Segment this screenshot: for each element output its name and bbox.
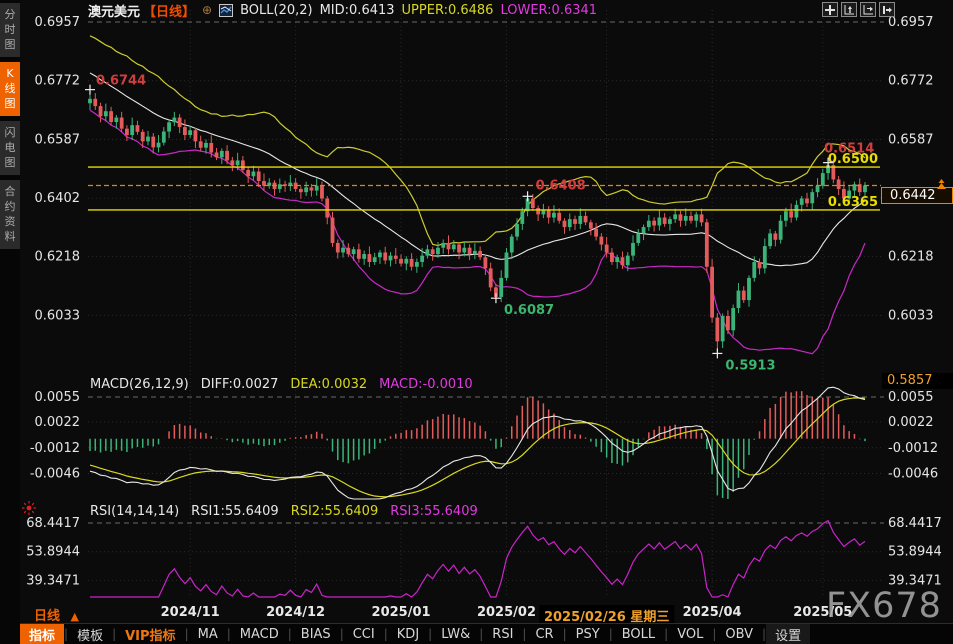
sidebar-tab-kline-chart[interactable]: K线图 <box>0 62 20 116</box>
candlestick-series <box>88 90 867 354</box>
main-scale-min-label: 0.5857 <box>882 373 953 389</box>
macd-panel <box>90 387 865 499</box>
toolbar-item-13[interactable]: VOL <box>668 626 712 643</box>
period-tag[interactable]: 【日线】 <box>143 1 195 20</box>
toolbar-item-0[interactable]: 指标 <box>20 624 64 644</box>
boll-lower-value: LOWER:0.6341 <box>500 3 597 18</box>
symbol-name: 澳元美元 <box>88 1 140 20</box>
svg-text:0.6744: 0.6744 <box>96 74 146 89</box>
macd-title: MACD(26,12,9) <box>90 377 189 392</box>
toolbar-item-6[interactable]: CCI <box>344 626 384 643</box>
watermark: FX678 <box>826 586 942 626</box>
macd-header: MACD(26,12,9) DIFF:0.0027 DEA:0.0032 MAC… <box>90 377 473 392</box>
boll-mid-value: MID:0.6413 <box>320 3 395 18</box>
sidebar: 分时图 K线图闪电图合约资料 <box>0 0 20 644</box>
toolbar-item-9[interactable]: RSI <box>483 626 522 643</box>
rsi2-value: RSI2:55.6409 <box>291 504 379 519</box>
swing-annotations: 0.6744 0.6514 0.6408 0.6087 0.5913 <box>85 74 874 374</box>
window-tool-icons <box>822 2 895 17</box>
svg-text:-0.0012: -0.0012 <box>888 441 938 456</box>
rsi-title: RSI(14,14,14) <box>90 504 179 519</box>
axis-labels: 0.6957 0.6957 0.6772 0.6772 0.6587 0.6587 0.64… <box>26 15 942 588</box>
boll-mid-line <box>90 73 865 266</box>
svg-text:0.0055: 0.0055 <box>35 390 81 405</box>
svg-text:0.6402: 0.6402 <box>35 191 81 206</box>
svg-text:-0.0046: -0.0046 <box>888 467 938 482</box>
toolbar-item-1[interactable]: 模板 <box>68 624 112 644</box>
toolbar-item-4[interactable]: MACD <box>231 626 288 643</box>
svg-text:0.6587: 0.6587 <box>35 132 81 147</box>
boll-params: BOLL(20,2) <box>240 3 313 18</box>
svg-text:0.6957: 0.6957 <box>35 15 81 30</box>
macd-diff-value: DIFF:0.0027 <box>201 377 279 392</box>
rsi-header: RSI(14,14,14) RSI1:55.6409 RSI2:55.6409 … <box>90 504 478 519</box>
pan-right-icon[interactable] <box>879 2 895 17</box>
sidebar-tabs: 分时图 K线图闪电图合约资料 <box>0 0 20 249</box>
rsi-line <box>90 521 865 597</box>
svg-text:0.6957: 0.6957 <box>888 15 934 30</box>
rsi3-value: RSI3:55.6409 <box>390 504 478 519</box>
chart-header: 澳元美元 【日线】 ⊕ BOLL(20,2) MID:0.6413 UPPER:… <box>88 2 597 18</box>
toolbar-item-8[interactable]: LW& <box>432 626 479 643</box>
date-label-1: 2024/12 <box>266 605 325 620</box>
zoom-horizontal-axis-icon[interactable] <box>860 2 876 17</box>
price-marker-icon[interactable] <box>933 175 950 194</box>
rsi1-value: RSI1:55.6409 <box>191 504 279 519</box>
svg-text:53.8944: 53.8944 <box>26 545 80 560</box>
svg-text:0.6033: 0.6033 <box>888 308 934 323</box>
toolbar-item-2[interactable]: VIP指标 <box>116 624 184 644</box>
svg-text:53.8944: 53.8944 <box>888 545 942 560</box>
sidebar-tab-contract-info[interactable]: 合约资料 <box>0 180 20 249</box>
date-label-5: 2025/04 <box>683 605 742 620</box>
toolbar-item-12[interactable]: BOLL <box>613 626 664 643</box>
indicator-toolbar: 指标|模板|VIP指标|MA|MACD|BIAS|CCI|KDJ|LW&|RSI… <box>20 623 953 644</box>
circle-plus-icon[interactable]: ⊕ <box>202 3 212 17</box>
svg-text:-0.0012: -0.0012 <box>30 441 80 456</box>
svg-text:0.5913: 0.5913 <box>725 358 775 373</box>
rsi-panel <box>90 521 865 597</box>
period-selector[interactable]: 日线 ▲ <box>34 605 79 624</box>
boll-upper-value: UPPER:0.6486 <box>402 3 494 18</box>
chart-canvas[interactable]: 0.65000.6365 0.6744 0.6514 0.6408 0.6087 0.59… <box>0 0 953 644</box>
toolbar-item-3[interactable]: MA <box>189 626 227 643</box>
trading-app-window: 0.65000.6365 0.6744 0.6514 0.6408 0.6087 0.59… <box>0 0 953 644</box>
svg-text:39.3471: 39.3471 <box>26 573 80 588</box>
svg-text:0.6087: 0.6087 <box>504 303 554 318</box>
svg-text:-0.0046: -0.0046 <box>30 467 80 482</box>
macd-value: MACD:-0.0010 <box>379 377 473 392</box>
date-label-2: 2025/01 <box>372 605 431 620</box>
main-price-panel <box>88 36 867 354</box>
svg-text:0.0022: 0.0022 <box>888 415 934 430</box>
svg-text:0.6408: 0.6408 <box>536 178 586 193</box>
svg-text:0.0022: 0.0022 <box>35 415 81 430</box>
svg-text:0.6218: 0.6218 <box>888 250 934 265</box>
svg-text:0.6514: 0.6514 <box>824 142 874 157</box>
svg-text:0.6033: 0.6033 <box>35 308 81 323</box>
svg-text:0.6772: 0.6772 <box>35 74 81 89</box>
move-icon[interactable] <box>822 2 838 17</box>
macd-dea-value: DEA:0.0032 <box>290 377 367 392</box>
sidebar-tab-time-chart[interactable]: 分时图 <box>0 3 20 57</box>
horizontal-price-lines[interactable]: 0.65000.6365 <box>88 152 881 210</box>
svg-text:0.6365: 0.6365 <box>828 195 878 210</box>
svg-text:0.6587: 0.6587 <box>888 132 934 147</box>
svg-text:68.4417: 68.4417 <box>888 516 942 531</box>
toolbar-item-5[interactable]: BIAS <box>292 626 340 643</box>
svg-text:0.6218: 0.6218 <box>35 250 81 265</box>
zoom-vertical-axis-icon[interactable] <box>841 2 857 17</box>
date-label-3: 2025/02 <box>477 605 536 620</box>
toolbar-item-15[interactable]: 设置 <box>766 624 810 644</box>
period-up-arrow-icon[interactable]: ▲ <box>71 610 79 623</box>
toolbar-item-10[interactable]: CR <box>526 626 562 643</box>
svg-text:0.6772: 0.6772 <box>888 74 934 89</box>
svg-text:0.0055: 0.0055 <box>888 390 934 405</box>
toolbar-item-14[interactable]: OBV <box>716 626 762 643</box>
sidebar-tab-flash-chart[interactable]: 闪电图 <box>0 121 20 175</box>
toolbar-item-7[interactable]: KDJ <box>388 626 428 643</box>
alert-dot-icon[interactable] <box>21 500 37 520</box>
date-label-0: 2024/11 <box>161 605 220 620</box>
kline-mini-icon[interactable] <box>219 4 233 17</box>
toolbar-item-11[interactable]: PSY <box>567 626 609 643</box>
